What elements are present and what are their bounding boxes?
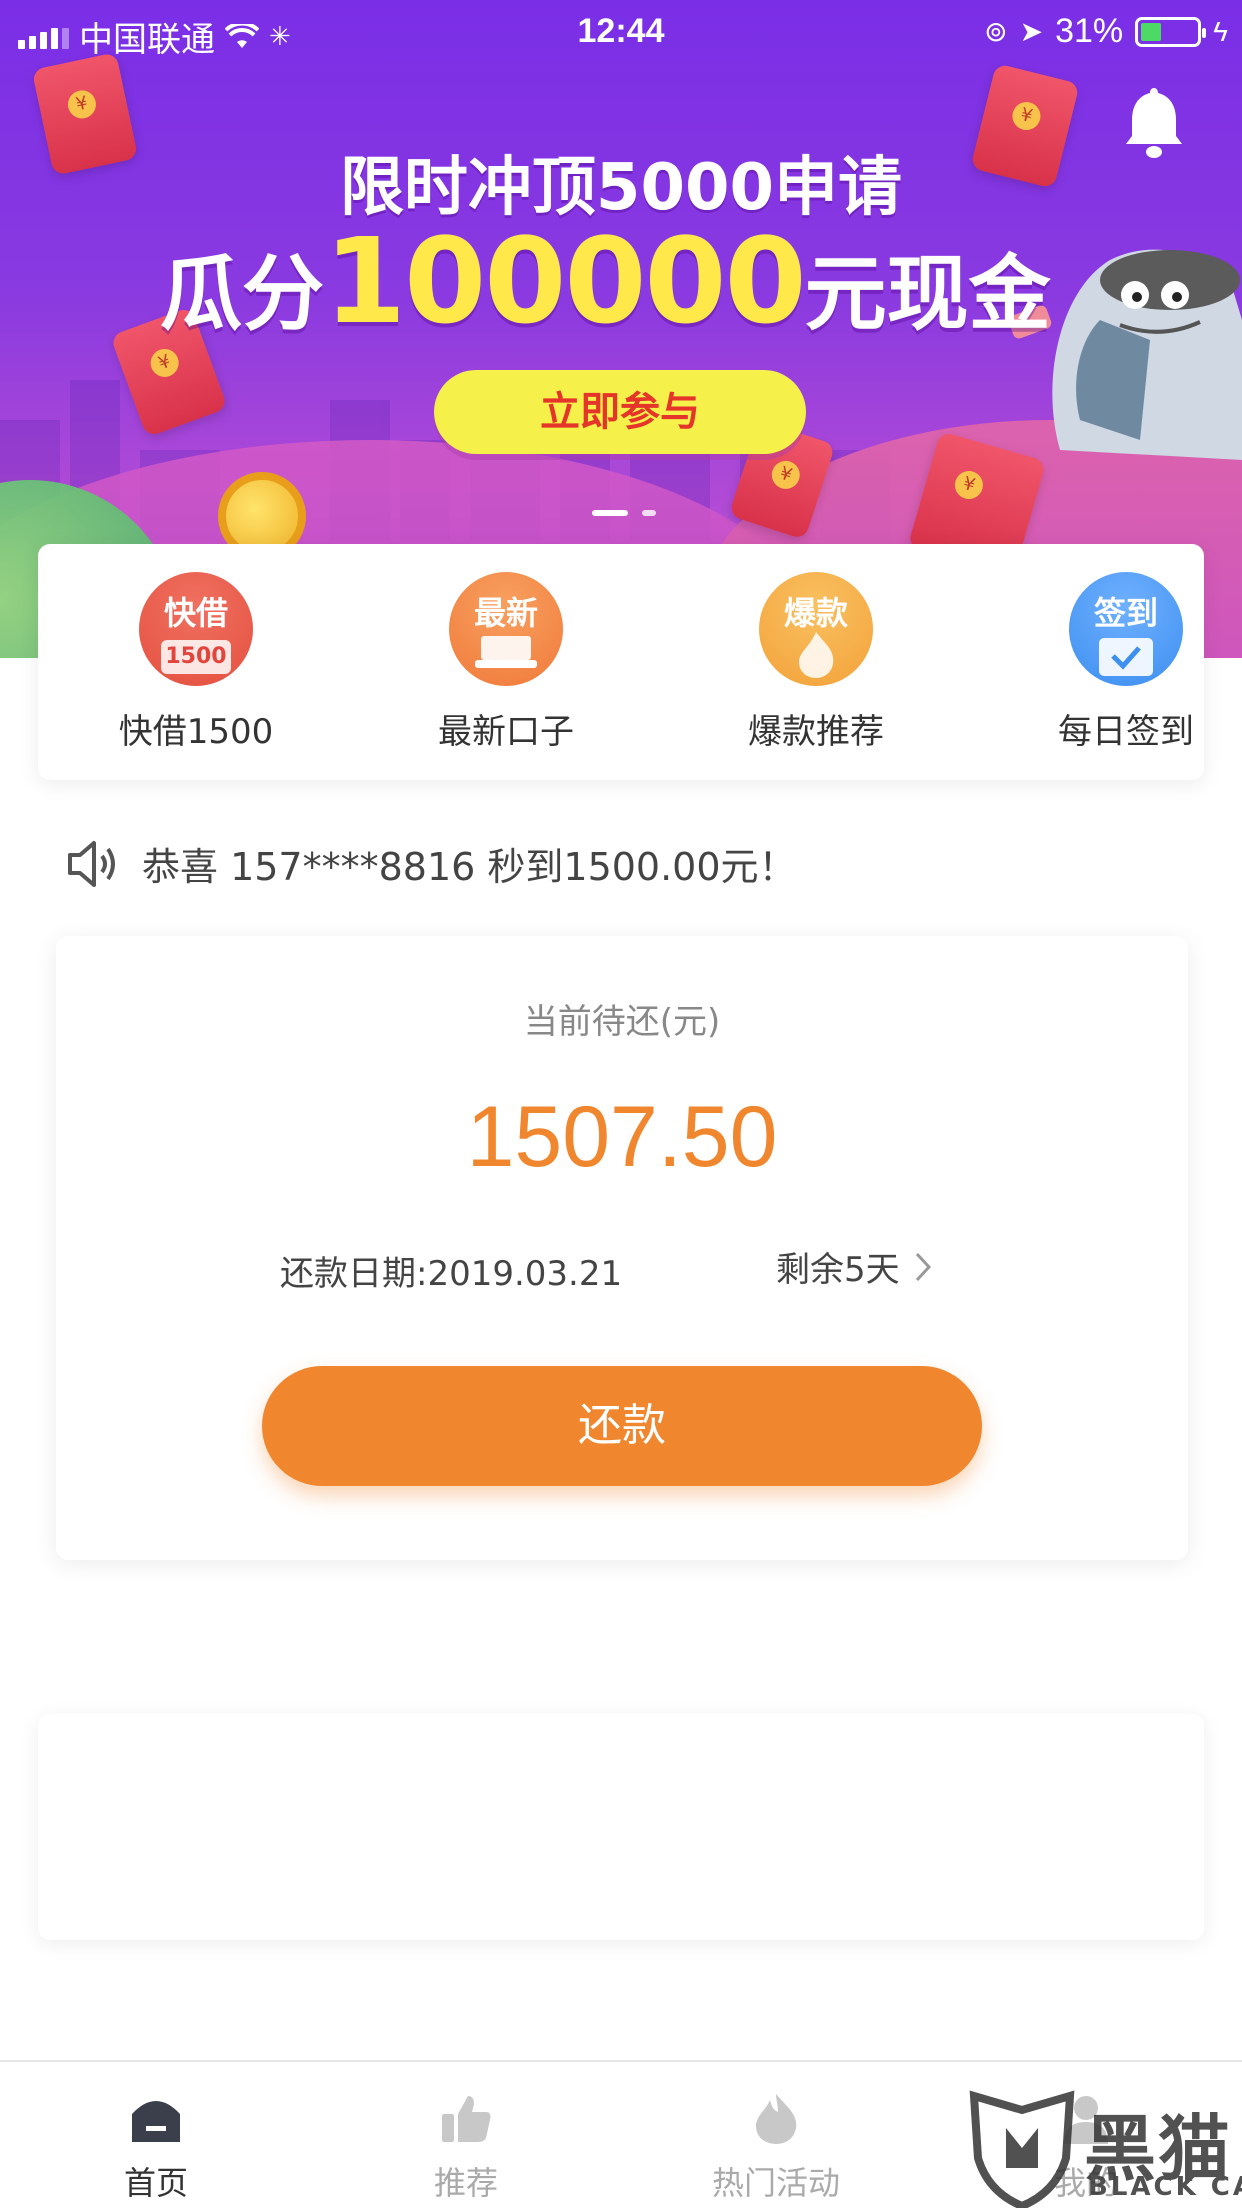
pending-repayment-amount: 1507.50 [466,1089,778,1185]
home-icon [132,2101,180,2142]
banner-headline-line2: 瓜分100000元现金 [160,212,1051,350]
quick-entry-card: 快借 1500 快借1500 最新 最新口子 爆款 爆款推荐 签到 每日签到 [38,544,1204,780]
calendar-checkin-icon: 签到 [1069,572,1183,686]
headline-prefix: 瓜分 [160,247,325,342]
tab-label: 推荐 [433,2164,498,2202]
thumbs-up-icon [442,2096,491,2142]
cat-shield-logo-icon [969,2090,1075,2208]
quick-entry-checkin[interactable]: 签到 每日签到 [1026,572,1226,753]
orientation-lock-icon: ⊚ [984,16,1008,47]
quick-entry-fast-loan[interactable]: 快借 1500 快借1500 [96,572,296,753]
repay-button[interactable]: 还款 [262,1366,982,1486]
tab-label: 热门活动 [711,2164,840,2202]
quick-entry-label: 每日签到 [1058,712,1194,752]
headline-amount: 100000 [324,212,807,350]
location-arrow-icon: ➤ [1019,16,1044,47]
join-now-button[interactable]: 立即参与 [434,370,806,454]
remaining-days-text: 剩余5天 [776,1250,900,1290]
watermark-subtext: BLACK CAT [1088,2172,1242,2202]
quick-entry-hot[interactable]: 爆款 爆款推荐 [716,572,916,753]
banner-pagination[interactable] [592,510,656,516]
tab-recommend[interactable]: 推荐 [366,2092,566,2204]
tab-home[interactable]: 首页 [56,2092,256,2204]
battery-percentage: 31% [1055,12,1124,50]
hot-flame-icon: 爆款 [759,572,873,686]
tab-label: 首页 [123,2164,188,2202]
remaining-days-link[interactable]: 剩余5天 [776,1242,932,1291]
tab-hot-events[interactable]: 热门活动 [676,2092,876,2204]
pending-repayment-label: 当前待还(元) [523,1002,721,1042]
charging-bolt-icon: ϟ [1213,15,1228,47]
notice-text: 恭喜 157****8816 秒到1500.00元！ [142,845,797,889]
empty-card [38,1714,1204,1940]
repayment-date: 还款日期:2019.03.21 [280,1254,623,1294]
flame-icon [756,2094,797,2144]
black-cat-watermark: 黑猫 BLACK CAT [966,2088,1242,2208]
repayment-card: 当前待还(元) 1507.50 还款日期:2019.03.21 剩余5天 还款 [56,936,1188,1560]
quick-entry-label: 最新口子 [438,712,574,752]
headline-suffix: 元现金 [804,247,1051,342]
quick-entry-label: 快借1500 [118,712,274,752]
quick-entry-label: 爆款推荐 [748,712,884,752]
notice-bar[interactable]: 恭喜 157****8816 秒到1500.00元！ [66,836,797,891]
speaker-icon [68,840,115,887]
newest-laptop-icon: 最新 [449,572,563,686]
pagination-dot-active[interactable] [592,510,628,516]
fast-loan-icon: 快借 1500 [139,572,253,686]
quick-entry-newest[interactable]: 最新 最新口子 [406,572,606,753]
battery-icon [1135,16,1207,47]
pagination-dot[interactable] [642,510,656,516]
chevron-right-icon [915,1252,931,1281]
status-bar: 中国联通 ✳ 12:44 ⊚ ➤ 31% ϟ [0,0,1242,62]
